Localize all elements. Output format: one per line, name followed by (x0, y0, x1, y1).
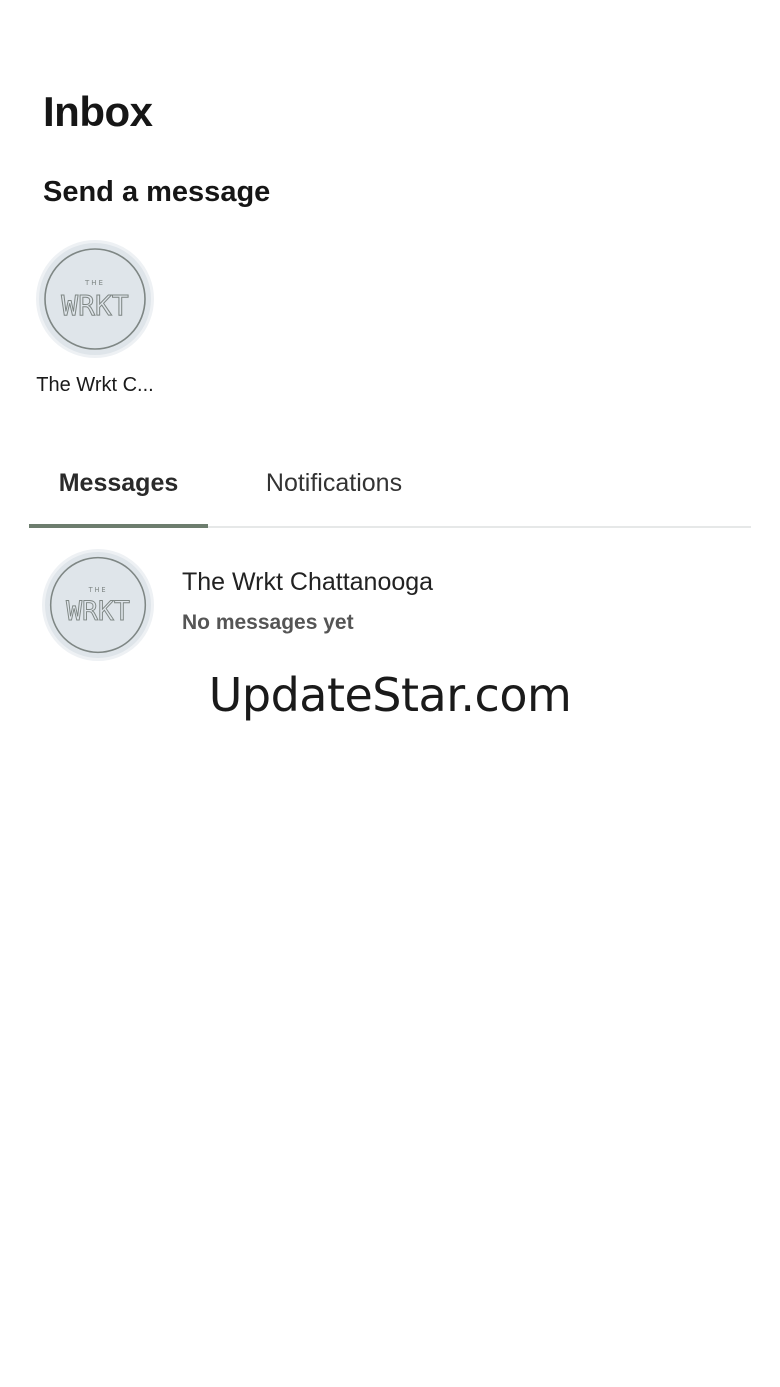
avatar: THE WRKT (42, 549, 154, 661)
tab-label: Messages (58, 468, 179, 497)
active-tab-indicator (29, 524, 208, 528)
tab-label: Notifications (265, 468, 403, 497)
wrkt-logo-icon: THE WRKT (49, 556, 147, 654)
wrkt-logo-icon: THE WRKT (44, 248, 146, 350)
watermark-text: UpdateStar.com (208, 668, 572, 722)
page-title: Inbox (43, 88, 153, 135)
tab-notifications[interactable]: Notifications (234, 440, 434, 526)
avatar: THE WRKT (36, 240, 154, 358)
logo-main-text: WRKT (66, 596, 130, 627)
contact-wrkt-chattanooga[interactable]: THE WRKT The Wrkt C... (28, 240, 162, 397)
inbox-screen: Inbox Send a message THE WRKT The Wrkt C… (0, 0, 780, 1387)
tab-messages[interactable]: Messages (29, 440, 208, 526)
inbox-tabs: Messages Notifications (29, 440, 751, 528)
logo-small-text: THE (84, 279, 105, 287)
send-message-heading: Send a message (43, 176, 271, 208)
conversation-row[interactable]: THE WRKT The Wrkt Chattanooga No message… (28, 538, 750, 668)
logo-small-text: THE (88, 586, 108, 594)
conversation-preview: No messages yet (182, 611, 354, 634)
logo-main-text: WRKT (61, 289, 129, 322)
contact-name: The Wrkt C... (36, 374, 154, 396)
conversation-name: The Wrkt Chattanooga (182, 568, 434, 596)
